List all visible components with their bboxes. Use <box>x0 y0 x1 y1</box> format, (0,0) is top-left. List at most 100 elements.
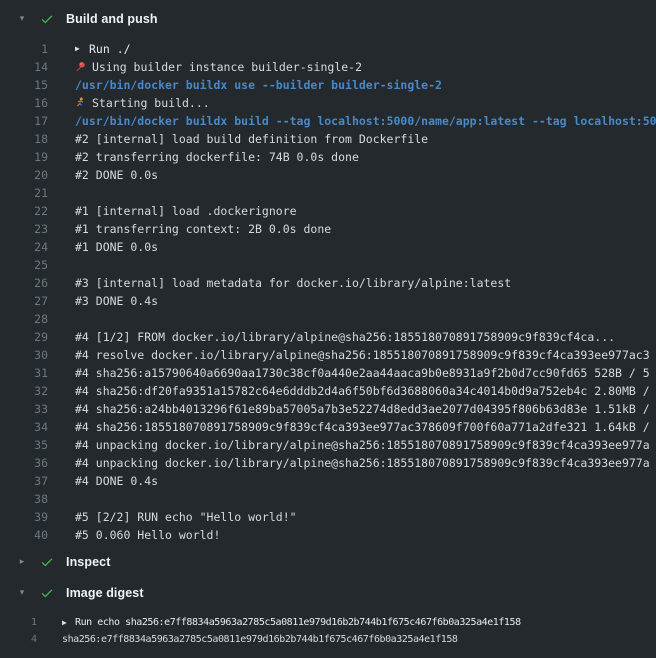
line-number[interactable]: 20 <box>0 166 48 184</box>
line-number[interactable]: 28 <box>0 310 48 328</box>
line-number[interactable]: 27 <box>0 292 48 310</box>
check-icon <box>40 586 54 600</box>
log-line: 38 <box>0 490 656 508</box>
line-text: sha256:e7ff8834a5963a2785c5a0811e979d16b… <box>62 631 458 648</box>
section-title: Inspect <box>66 555 110 569</box>
log-line: 23 #1 transferring context: 2B 0.0s done <box>0 220 656 238</box>
log-line: 28 <box>0 310 656 328</box>
line-number[interactable]: 32 <box>0 382 48 400</box>
check-icon <box>40 555 54 569</box>
log-line-command: 15 /usr/bin/docker buildx use --builder … <box>0 76 656 94</box>
line-number[interactable]: 26 <box>0 274 48 292</box>
section-title: Build and push <box>66 12 158 26</box>
log-line: 39 #5 [2/2] RUN echo "Hello world!" <box>0 508 656 526</box>
line-number[interactable]: 30 <box>0 346 48 364</box>
section-inspect: ▸ Inspect <box>0 546 656 577</box>
log-lines: 1 ▶ Run ./ 14 Using builder instance bui… <box>0 35 656 546</box>
line-number[interactable]: 34 <box>0 418 48 436</box>
log-line: 33 #4 sha256:a24bb4013296f61e89ba57005a7… <box>0 400 656 418</box>
log-line: 30 #4 resolve docker.io/library/alpine@s… <box>0 346 656 364</box>
line-number[interactable]: 36 <box>0 454 48 472</box>
log-line: 21 <box>0 184 656 202</box>
log-line: 35 #4 unpacking docker.io/library/alpine… <box>0 436 656 454</box>
line-number[interactable]: 21 <box>0 184 48 202</box>
log-line: 37 #4 DONE 0.4s <box>0 472 656 490</box>
line-number[interactable]: 29 <box>0 328 48 346</box>
log-line: 40 #5 0.060 Hello world! <box>0 526 656 544</box>
line-number[interactable]: 38 <box>0 490 48 508</box>
log-line: 27 #3 DONE 0.4s <box>0 292 656 310</box>
line-text: /usr/bin/docker buildx use --builder bui… <box>75 76 442 94</box>
line-number[interactable]: 22 <box>0 202 48 220</box>
line-number[interactable]: 24 <box>0 238 48 256</box>
line-number[interactable]: 40 <box>0 526 48 544</box>
section-header-inspect[interactable]: ▸ Inspect <box>0 546 656 577</box>
line-number[interactable]: 33 <box>0 400 48 418</box>
log-line: 24 #1 DONE 0.0s <box>0 238 656 256</box>
log-line: 32 #4 sha256:df20fa9351a15782c64e6dddb2d… <box>0 382 656 400</box>
line-number[interactable]: 23 <box>0 220 48 238</box>
log-group-line[interactable]: 1 ▶ Run echo sha256:e7ff8834a5963a2785c5… <box>0 614 656 631</box>
line-text: #5 0.060 Hello world! <box>75 526 220 544</box>
line-text: #4 sha256:a24bb4013296f61e89ba57005a7b3e… <box>75 400 650 418</box>
line-number[interactable]: 16 <box>0 94 48 112</box>
chevron-right-icon: ▶ <box>75 40 84 58</box>
line-text: #4 DONE 0.4s <box>75 472 158 490</box>
line-number[interactable]: 18 <box>0 130 48 148</box>
section-header-image-digest[interactable]: ▾ Image digest <box>0 577 656 608</box>
line-text: #3 DONE 0.4s <box>75 292 158 310</box>
log-line: 14 Using builder instance builder-single… <box>0 58 656 76</box>
log-line: 25 <box>0 256 656 274</box>
section-image-digest: ▾ Image digest 1 ▶ Run echo sha256:e7ff8… <box>0 577 656 648</box>
log-line: 26 #3 [internal] load metadata for docke… <box>0 274 656 292</box>
line-text: #3 [internal] load metadata for docker.i… <box>75 274 511 292</box>
check-icon <box>40 12 54 26</box>
line-text: Starting build... <box>75 94 210 112</box>
log-line: 31 #4 sha256:a15790640a6690aa1730c38cf0a… <box>0 364 656 382</box>
line-text: #1 DONE 0.0s <box>75 238 158 256</box>
log-line: 18 #2 [internal] load build definition f… <box>0 130 656 148</box>
line-number[interactable]: 31 <box>0 364 48 382</box>
line-text: #4 [1/2] FROM docker.io/library/alpine@s… <box>75 328 615 346</box>
line-number[interactable]: 25 <box>0 256 48 274</box>
chevron-down-icon: ▾ <box>16 13 28 24</box>
line-text: #1 [internal] load .dockerignore <box>75 202 297 220</box>
section-header-build-and-push[interactable]: ▾ Build and push <box>0 2 656 35</box>
line-number[interactable]: 19 <box>0 148 48 166</box>
line-number[interactable]: 39 <box>0 508 48 526</box>
log-line: 29 #4 [1/2] FROM docker.io/library/alpin… <box>0 328 656 346</box>
line-number[interactable]: 1 <box>0 614 37 631</box>
log-lines: 1 ▶ Run echo sha256:e7ff8834a5963a2785c5… <box>0 608 656 648</box>
line-text: #2 DONE 0.0s <box>75 166 158 184</box>
log-line: 16 Starting build... <box>0 94 656 112</box>
chevron-down-icon: ▾ <box>16 587 28 598</box>
runner-icon <box>75 95 86 112</box>
log-line: 34 #4 sha256:185518070891758909c9f839cf4… <box>0 418 656 436</box>
line-text: /usr/bin/docker buildx build --tag local… <box>75 112 656 130</box>
log-line: 22 #1 [internal] load .dockerignore <box>0 202 656 220</box>
log-line-command: 17 /usr/bin/docker buildx build --tag lo… <box>0 112 656 130</box>
line-text: #4 sha256:185518070891758909c9f839cf4ca3… <box>75 418 650 436</box>
log-line: 19 #2 transferring dockerfile: 74B 0.0s … <box>0 148 656 166</box>
line-number[interactable]: 37 <box>0 472 48 490</box>
section-build-and-push: ▾ Build and push 1 ▶ Run ./ 14 Using bui… <box>0 2 656 546</box>
line-text: #4 unpacking docker.io/library/alpine@sh… <box>75 454 650 472</box>
line-text: Run ./ <box>89 40 131 58</box>
line-text: #5 [2/2] RUN echo "Hello world!" <box>75 508 297 526</box>
line-text: Using builder instance builder-single-2 <box>75 58 362 76</box>
line-text: #4 unpacking docker.io/library/alpine@sh… <box>75 436 650 454</box>
line-text: #4 sha256:df20fa9351a15782c64e6dddb2d4a6… <box>75 382 650 400</box>
line-number[interactable]: 4 <box>0 631 37 648</box>
line-number[interactable]: 17 <box>0 112 48 130</box>
log-line: 4 sha256:e7ff8834a5963a2785c5a0811e979d1… <box>0 631 656 648</box>
line-text: Run echo sha256:e7ff8834a5963a2785c5a081… <box>75 614 521 631</box>
line-text: #2 [internal] load build definition from… <box>75 130 428 148</box>
line-number[interactable]: 14 <box>0 58 48 76</box>
line-number[interactable]: 1 <box>0 40 48 58</box>
log-group-line[interactable]: 1 ▶ Run ./ <box>0 40 656 58</box>
log-line: 36 #4 unpacking docker.io/library/alpine… <box>0 454 656 472</box>
line-number[interactable]: 35 <box>0 436 48 454</box>
section-title: Image digest <box>66 586 144 600</box>
line-number[interactable]: 15 <box>0 76 48 94</box>
chevron-right-icon: ▶ <box>62 614 71 631</box>
